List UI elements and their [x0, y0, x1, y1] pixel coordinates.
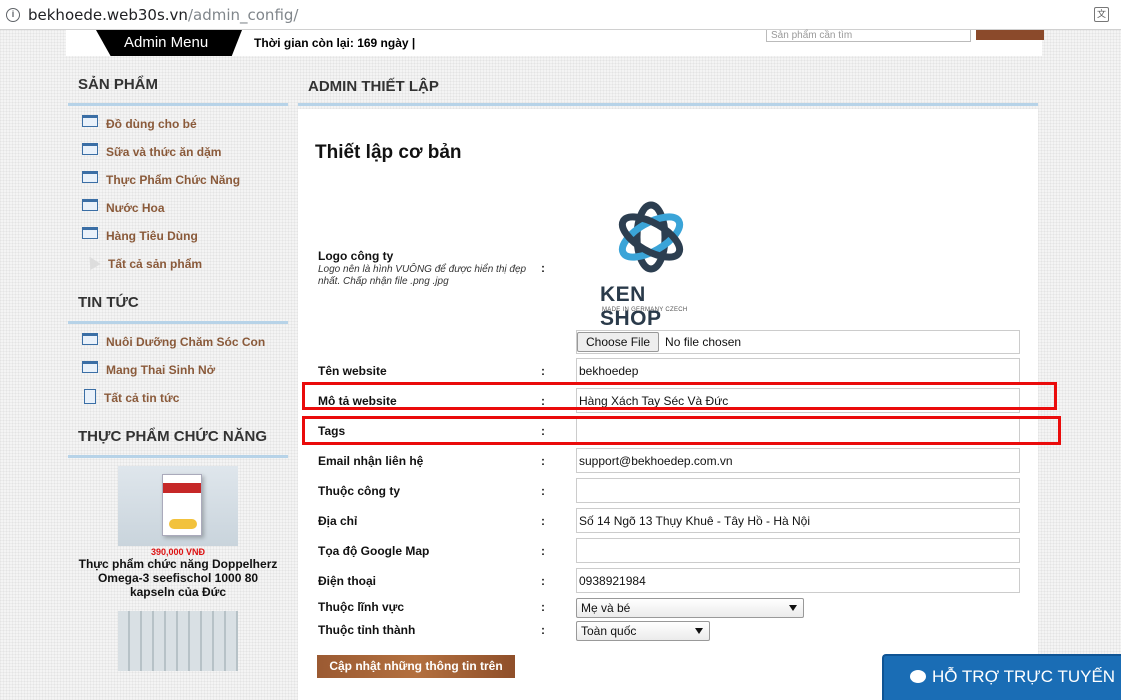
- sidebar: SẢN PHẨM Đồ dùng cho bé Sữa và thức ăn d…: [68, 62, 288, 671]
- live-support-button[interactable]: HỖ TRỢ TRỰC TUYẾN: [882, 654, 1121, 700]
- highlight-tags: [302, 416, 1061, 445]
- folder-icon: [82, 227, 98, 239]
- sidebar-item-label: Hàng Tiêu Dùng: [106, 229, 198, 243]
- sidebar-item-label: Tất cả tin tức: [104, 391, 180, 405]
- sidebar-item-pregnancy[interactable]: Mang Thai Sinh Nở: [82, 356, 288, 384]
- folder-icon: [82, 361, 98, 373]
- phone-label: Điện thoại: [318, 574, 377, 588]
- top-search-input[interactable]: Sản phẩm cần tìm: [766, 30, 971, 42]
- logo-file-input[interactable]: Choose File No file chosen: [576, 330, 1020, 354]
- province-select-value: Toàn quốc: [581, 624, 637, 638]
- highlight-website-desc: [302, 382, 1057, 410]
- logo-note: Logo nên là hình VUÔNG để được hiển thị …: [318, 264, 527, 287]
- address-label: Địa chỉ: [318, 514, 358, 528]
- document-icon: [84, 388, 96, 404]
- province-select[interactable]: Toàn quốc: [576, 621, 710, 641]
- product-price: 390,000 VNĐ: [150, 547, 206, 557]
- top-search-button[interactable]: [976, 30, 1044, 40]
- sidebar-news-list: Nuôi Dưỡng Chăm Sóc Con Mang Thai Sinh N…: [68, 324, 288, 412]
- admin-menu-button[interactable]: Admin Menu: [96, 30, 242, 56]
- choose-file-button[interactable]: Choose File: [577, 332, 660, 352]
- top-navigation: Admin Menu Thời gian còn lại: 169 ngày |…: [66, 30, 1044, 56]
- map-field[interactable]: [576, 538, 1020, 563]
- email-field[interactable]: support@bekhoedep.com.vn: [576, 448, 1020, 473]
- sidebar-item-consumer-goods[interactable]: Hàng Tiêu Dùng: [82, 222, 288, 250]
- product-name[interactable]: Thực phẩm chức năng Doppelherz Omega-3 s…: [68, 557, 288, 599]
- folder-icon: [82, 115, 98, 127]
- company-logo: KEN SHOP MADE IN GERMANY CZECH: [596, 197, 706, 330]
- main-header: ADMIN THIẾT LẬP: [298, 62, 1038, 106]
- folder-icon: [82, 333, 98, 345]
- update-info-button[interactable]: Cập nhật những thông tin trên: [317, 655, 515, 678]
- sidebar-item-label: Sữa và thức ăn dặm: [106, 145, 222, 159]
- product-box-graphic: [162, 474, 202, 536]
- field-select-label: Thuộc lĩnh vực: [318, 600, 405, 614]
- sidebar-item-label: Thực Phẩm Chức Năng: [106, 173, 241, 187]
- colon: :: [541, 514, 545, 528]
- file-status-text: No file chosen: [665, 335, 742, 349]
- map-label: Tọa độ Google Map: [318, 544, 430, 558]
- folder-icon: [82, 199, 98, 211]
- sidebar-item-label: Nuôi Dưỡng Chăm Sóc Con: [106, 335, 266, 349]
- sidebar-news-title: TIN TỨC: [68, 280, 288, 324]
- phone-field[interactable]: 0938921984: [576, 568, 1020, 593]
- website-name-label: Tên website: [318, 364, 387, 378]
- province-select-label: Thuộc tỉnh thành: [318, 623, 416, 637]
- live-support-label: HỖ TRỢ TRỰC TUYẾN: [932, 667, 1116, 686]
- url-host: bekhoede.web30s.vn: [28, 5, 188, 24]
- colon: :: [541, 574, 545, 588]
- colon: :: [541, 364, 545, 378]
- ken-shop-logo-icon: [618, 201, 684, 273]
- sidebar-item-functional-food[interactable]: Thực Phẩm Chức Năng: [82, 166, 288, 194]
- logo-brand-subtext: MADE IN GERMANY CZECH: [602, 307, 688, 313]
- product-box-band: [163, 483, 201, 493]
- sidebar-item-parenting[interactable]: Nuôi Dưỡng Chăm Sóc Con: [82, 328, 288, 356]
- colon: :: [541, 544, 545, 558]
- url-path: /admin_config/: [187, 5, 299, 24]
- colon: :: [541, 623, 545, 637]
- dropdown-arrow-icon: [695, 628, 703, 634]
- sidebar-item-label: Mang Thai Sinh Nở: [106, 363, 216, 377]
- email-label: Email nhận liên hệ: [318, 454, 424, 468]
- colon: :: [541, 454, 545, 468]
- translate-icon[interactable]: 文: [1094, 7, 1109, 22]
- product-image-next[interactable]: [118, 611, 238, 671]
- sidebar-item-baby-goods[interactable]: Đồ dùng cho bé: [82, 110, 288, 138]
- folder-icon: [82, 171, 98, 183]
- site-info-icon[interactable]: i: [6, 7, 20, 22]
- logo-colon: :: [541, 261, 545, 275]
- section-title: Thiết lập cơ bản: [315, 142, 462, 163]
- company-field[interactable]: [576, 478, 1020, 503]
- field-select[interactable]: Mẹ và bé: [576, 598, 804, 618]
- sidebar-products-title: SẢN PHẨM: [68, 62, 288, 106]
- sidebar-item-label: Đồ dùng cho bé: [106, 117, 197, 131]
- time-left-text: Thời gian còn lại: 169 ngày |: [254, 36, 416, 50]
- sidebar-item-all-news[interactable]: Tất cả tin tức: [82, 384, 288, 412]
- product-box-capsule: [169, 519, 197, 529]
- sidebar-item-label: Tất cả sản phẩm: [108, 257, 203, 271]
- product-image[interactable]: [118, 466, 238, 546]
- sidebar-products-list: Đồ dùng cho bé Sữa và thức ăn dặm Thực P…: [68, 106, 288, 278]
- sidebar-item-milk[interactable]: Sữa và thức ăn dặm: [82, 138, 288, 166]
- address-field[interactable]: Số 14 Ngõ 13 Thụy Khuê - Tây Hồ - Hà Nội: [576, 508, 1020, 533]
- cursor-icon: [83, 251, 101, 271]
- product-card[interactable]: 390,000 VNĐ Thực phẩm chức năng Doppelhe…: [68, 458, 288, 671]
- colon: :: [541, 600, 545, 614]
- sidebar-item-perfume[interactable]: Nước Hoa: [82, 194, 288, 222]
- sidebar-functional-food-title: THỰC PHẨM CHỨC NĂNG: [68, 414, 288, 458]
- browser-address-bar[interactable]: i bekhoede.web30s.vn/admin_config/ 文: [0, 0, 1121, 30]
- colon: :: [541, 484, 545, 498]
- folder-icon: [82, 143, 98, 155]
- sidebar-item-label: Nước Hoa: [106, 201, 165, 215]
- logo-label: Logo công ty: [318, 249, 394, 263]
- website-name-field[interactable]: bekhoedep: [576, 358, 1020, 383]
- dropdown-arrow-icon: [789, 605, 797, 611]
- chat-icon: [910, 670, 926, 683]
- sidebar-item-all-products[interactable]: Tất cả sản phẩm: [82, 250, 288, 278]
- field-select-value: Mẹ và bé: [581, 601, 631, 615]
- url-text[interactable]: bekhoede.web30s.vn/admin_config/: [28, 6, 298, 24]
- company-label: Thuộc công ty: [318, 484, 400, 498]
